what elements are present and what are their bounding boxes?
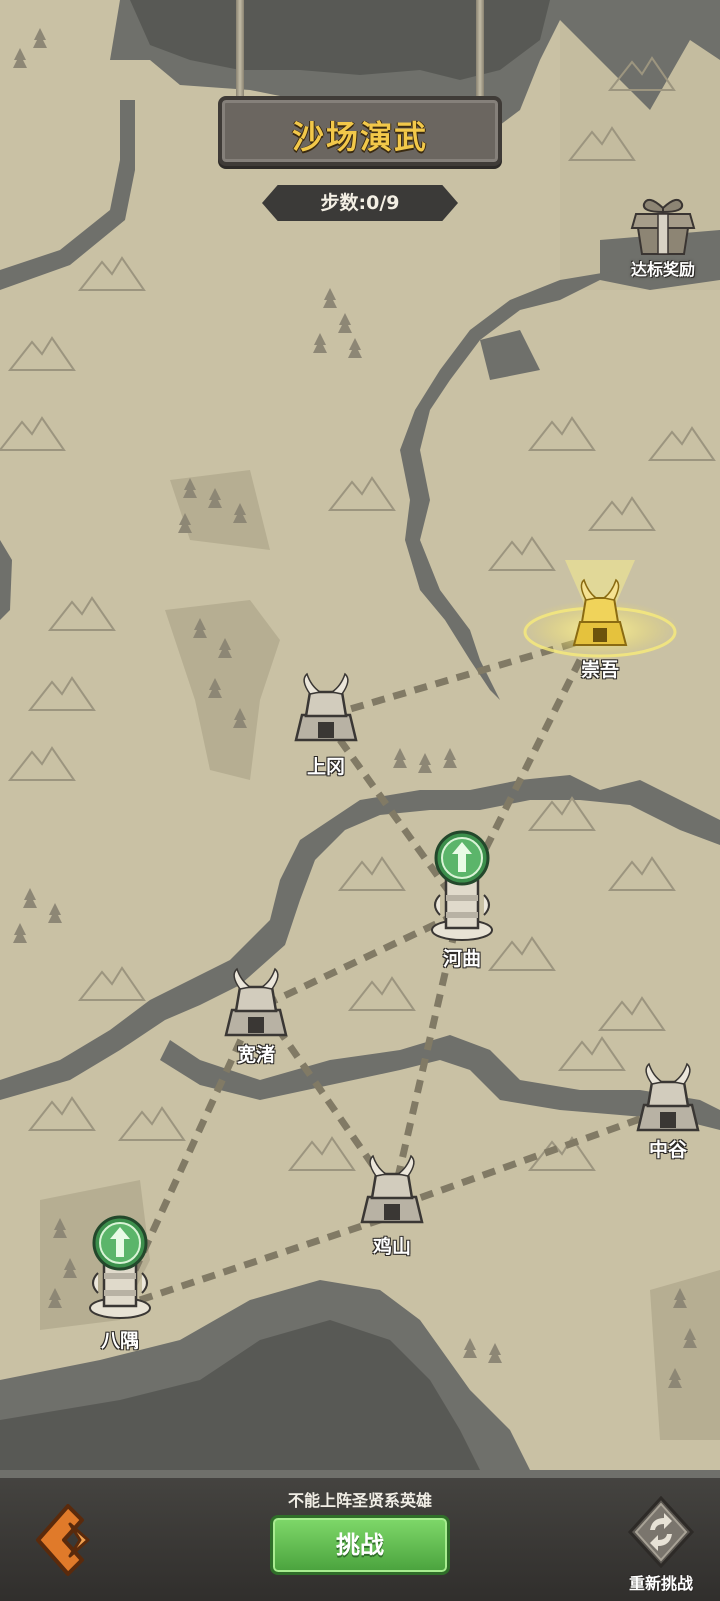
label-kuanzhu: 宽渚 — [236, 1044, 276, 1066]
retry-label: 重新挑战 — [628, 1574, 693, 1593]
label-jishan: 鸡山 — [372, 1236, 412, 1258]
steps-counter: 步数:0/9 — [262, 185, 458, 221]
back-button[interactable] — [30, 1500, 106, 1580]
retry-button[interactable]: 重新挑战 — [616, 1496, 706, 1596]
world-map — [0, 0, 720, 1601]
refresh-icon — [627, 1496, 695, 1568]
reward-label: 达标奖励 — [630, 260, 695, 279]
page-title: 沙场演武 — [291, 118, 428, 156]
reward-button[interactable]: 达标奖励 — [618, 194, 708, 284]
restriction-text: 不能上阵圣贤系英雄 — [287, 1491, 432, 1510]
back-arrow-icon — [36, 1504, 90, 1576]
label-hequ: 河曲 — [442, 948, 482, 970]
title-rope-right — [476, 0, 484, 100]
label-shanggang: 上冈 — [306, 756, 346, 778]
title-rope-left — [236, 0, 244, 100]
challenge-button[interactable]: 挑战 — [270, 1515, 450, 1575]
label-zhonggu: 中谷 — [648, 1139, 688, 1161]
label-bayu: 八隅 — [100, 1330, 140, 1352]
title-banner: 沙场演武 — [218, 96, 502, 166]
label-chongwu: 崇吾 — [580, 659, 620, 681]
gift-box-icon — [630, 198, 696, 255]
